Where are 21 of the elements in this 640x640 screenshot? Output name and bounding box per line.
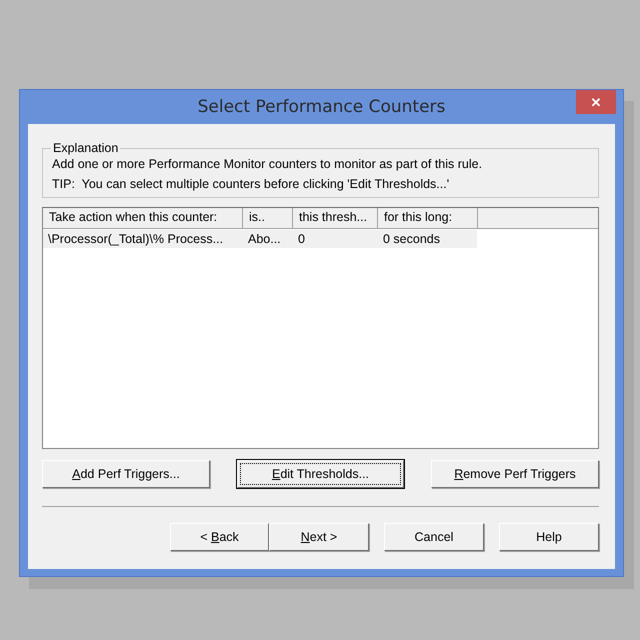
dialog-button[interactable]: Cancel	[384, 523, 484, 551]
close-button[interactable]: ✕	[576, 90, 616, 114]
dialog-button[interactable]: Next >	[269, 523, 369, 551]
explanation-text: Add one or more Performance Monitor counters to monitor as part of this rule.	[52, 157, 484, 171]
column-header[interactable]: for this long:	[378, 208, 478, 228]
dialog-button[interactable]: Remove Perf Triggers	[431, 460, 599, 488]
table-row[interactable]: \Processor(_Total)\% Process... Abo... 0 0 seconds	[43, 230, 477, 248]
group-label: Explanation	[52, 141, 120, 155]
column-header[interactable]: this thresh...	[293, 208, 378, 228]
column-header[interactable]: Take action when this counter:	[43, 208, 243, 228]
table-cell-text: \Processor(_Total)\% Process...	[47, 231, 224, 248]
table-cell-text: Abo...	[247, 231, 282, 248]
dialog-button[interactable]: < Back	[170, 523, 269, 551]
window-title: Select Performance Counters	[198, 97, 446, 117]
column-header[interactable]: is..	[243, 208, 293, 228]
dialog-button[interactable]: Add Perf Triggers...	[42, 460, 210, 488]
table-cell-text: 0	[297, 231, 306, 248]
table-cell-text: 0 seconds	[382, 231, 441, 248]
dialog-button[interactable]: Edit Thresholds...	[237, 460, 404, 488]
explanation-text: TIP: You can select multiple counters before clicking 'Edit Thresholds...'	[52, 177, 450, 191]
dialog-button[interactable]: Help	[499, 523, 599, 551]
